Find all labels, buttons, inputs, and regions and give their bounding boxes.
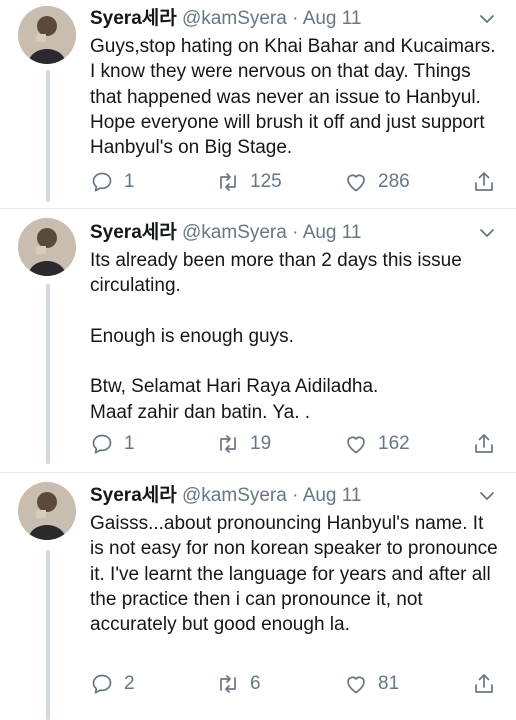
tweet-date[interactable]: Aug 11 — [303, 8, 362, 29]
share-icon — [475, 674, 493, 693]
tweet-date[interactable]: Aug 11 — [303, 222, 362, 243]
author-handle[interactable]: @kamSyera — [182, 8, 287, 29]
separator: · — [292, 222, 299, 243]
chevron-down-icon[interactable] — [478, 487, 496, 505]
heart-icon — [347, 436, 365, 454]
reply-count: 2 — [124, 673, 135, 694]
reply-button[interactable]: 2 — [90, 672, 135, 696]
share-button[interactable] — [472, 672, 506, 696]
tweet-header: Syera세라 @kamSyera · Aug 11 — [90, 6, 362, 32]
retweet-button[interactable]: 125 — [216, 170, 282, 194]
share-icon — [475, 172, 493, 191]
share-icon — [475, 434, 493, 453]
tweet[interactable]: Syera세라 @kamSyera · Aug 11 Guys,stop hat… — [0, 0, 516, 205]
retweet-button[interactable]: 6 — [216, 672, 261, 696]
retweet-count: 19 — [250, 433, 272, 454]
avatar[interactable] — [18, 218, 76, 276]
tweet-text: Gaisss...about pronouncing Hanbyul's nam… — [90, 513, 498, 636]
like-button[interactable]: 81 — [344, 672, 399, 696]
separator: · — [292, 485, 299, 506]
author-name[interactable]: Syera세라 — [90, 8, 177, 29]
separator: · — [292, 8, 299, 29]
chevron-down-icon[interactable] — [478, 224, 496, 242]
author-name[interactable]: Syera세라 — [90, 222, 177, 243]
avatar[interactable] — [18, 6, 76, 64]
reply-count: 1 — [124, 171, 135, 192]
retweet-count: 6 — [250, 673, 261, 694]
avatar[interactable] — [18, 482, 76, 540]
tweet-text: Guys,stop hating on Khai Bahar and Kucai… — [90, 36, 496, 159]
author-name[interactable]: Syera세라 — [90, 485, 177, 506]
retweet-icon — [220, 675, 236, 693]
reply-button[interactable]: 1 — [90, 170, 135, 194]
like-button[interactable]: 286 — [344, 170, 410, 194]
tweet-header: Syera세라 @kamSyera · Aug 11 — [90, 220, 362, 246]
author-handle[interactable]: @kamSyera — [182, 485, 287, 506]
reply-icon — [92, 434, 112, 454]
reply-button[interactable]: 1 — [90, 432, 135, 456]
divider — [0, 208, 516, 209]
reply-icon — [92, 674, 112, 694]
tweet[interactable]: Syera세라 @kamSyera · Aug 11 Gaisss...abou… — [0, 476, 516, 720]
tweet-header: Syera세라 @kamSyera · Aug 11 — [90, 483, 362, 509]
author-handle[interactable]: @kamSyera — [182, 222, 287, 243]
divider — [0, 472, 516, 473]
tweet[interactable]: Syera세라 @kamSyera · Aug 11 Its already b… — [0, 212, 516, 467]
reply-count: 1 — [124, 433, 135, 454]
share-button[interactable] — [472, 170, 506, 194]
like-count: 81 — [378, 673, 400, 694]
tweet-actions: 1 19 162 — [90, 432, 500, 458]
heart-icon — [347, 174, 365, 192]
tweet-actions: 1 125 286 — [90, 170, 500, 196]
retweet-button[interactable]: 19 — [216, 432, 271, 456]
heart-icon — [347, 676, 365, 694]
reply-icon — [92, 172, 112, 192]
chevron-down-icon[interactable] — [478, 10, 496, 28]
tweet-date[interactable]: Aug 11 — [303, 485, 362, 506]
retweet-icon — [220, 173, 236, 191]
tweet-text: Its already been more than 2 days this i… — [90, 250, 462, 423]
like-button[interactable]: 162 — [344, 432, 410, 456]
tweet-actions: 2 6 81 — [90, 672, 500, 698]
like-count: 162 — [378, 433, 410, 454]
like-count: 286 — [378, 171, 410, 192]
share-button[interactable] — [472, 432, 506, 456]
retweet-count: 125 — [250, 171, 282, 192]
retweet-icon — [220, 435, 236, 453]
